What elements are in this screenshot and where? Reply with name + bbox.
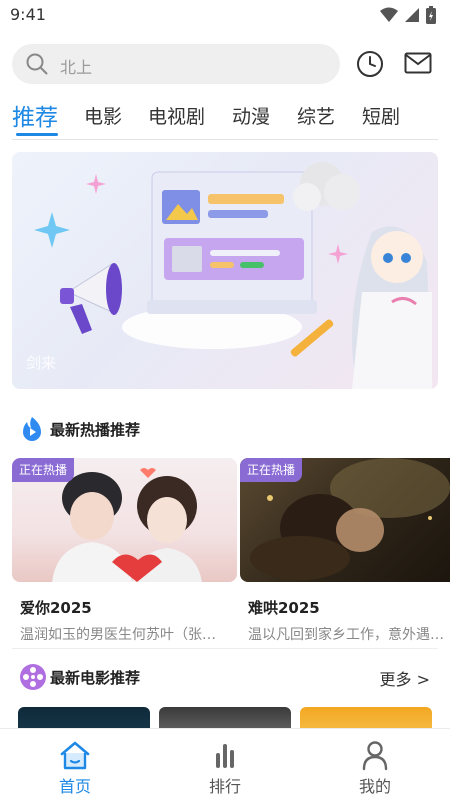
card-title: 爱你2025 (20, 599, 92, 617)
tab-tv-series[interactable]: 电视剧 (148, 102, 205, 129)
more-link[interactable]: 更多 > (380, 666, 431, 690)
nav-ranking[interactable]: 排行 (150, 729, 300, 800)
banner-carousel[interactable]: 剑来 (12, 152, 438, 389)
film-reel-icon (20, 664, 46, 690)
hot-section-title: 最新热播推荐 (50, 421, 141, 439)
movie-section-title: 最新电影推荐 (50, 669, 141, 687)
banner-illustration (34, 162, 432, 389)
movie-section-header: 最新电影推荐 更多 > (0, 662, 450, 692)
card-description: 温润如玉的男医生何苏叶（张… (20, 627, 216, 643)
banner-caption: 剑来 (26, 354, 57, 372)
tab-movie[interactable]: 电影 (84, 102, 122, 129)
search-row: 北上 (0, 44, 450, 84)
tab-anime[interactable]: 动漫 (232, 102, 270, 129)
tabs-divider (12, 139, 438, 140)
card-poster: 正在热播 (12, 458, 237, 582)
nav-label: 首页 (58, 777, 91, 796)
search-icon (26, 53, 48, 75)
section-divider (12, 648, 438, 649)
status-time: 9:41 (10, 5, 46, 24)
search-input[interactable]: 北上 (12, 44, 340, 84)
hot-card[interactable]: 正在热播 爱你2025 温润如玉的男医生何苏叶（张… (12, 458, 237, 648)
hot-card[interactable]: 正在热播 难哄2025 温以凡回到家乡工作，意外遇… (240, 458, 450, 648)
flame-play-icon (23, 417, 41, 441)
mail-icon[interactable] (404, 52, 432, 74)
tab-short-drama[interactable]: 短剧 (362, 102, 400, 129)
card-title: 难哄2025 (248, 599, 320, 617)
now-playing-badge: 正在热播 (240, 458, 303, 482)
nav-label: 排行 (208, 777, 241, 796)
home-icon (60, 741, 90, 770)
wifi-icon (380, 7, 398, 22)
nav-profile[interactable]: 我的 (300, 729, 450, 800)
nav-home[interactable]: 首页 (0, 729, 150, 800)
tab-recommend[interactable]: 推荐 (12, 98, 58, 132)
category-tabs: 推荐 电影 电视剧 动漫 综艺 短剧 (0, 96, 450, 140)
active-tab-indicator (16, 133, 58, 136)
tab-variety[interactable]: 综艺 (297, 102, 335, 129)
card-description: 温以凡回到家乡工作，意外遇… (248, 627, 444, 643)
now-playing-badge: 正在热播 (12, 458, 75, 482)
hot-section-header: 最新热播推荐 (0, 414, 450, 444)
signal-icon (405, 8, 419, 22)
search-placeholder: 北上 (60, 58, 93, 77)
nav-label: 我的 (358, 777, 391, 796)
ranking-icon (216, 744, 234, 768)
bottom-nav: 首页 排行 我的 (0, 728, 450, 800)
card-poster: 正在热播 (240, 458, 450, 582)
profile-icon (362, 741, 388, 771)
history-icon[interactable] (356, 50, 384, 78)
battery-icon (426, 6, 436, 24)
status-bar: 9:41 (0, 0, 450, 30)
